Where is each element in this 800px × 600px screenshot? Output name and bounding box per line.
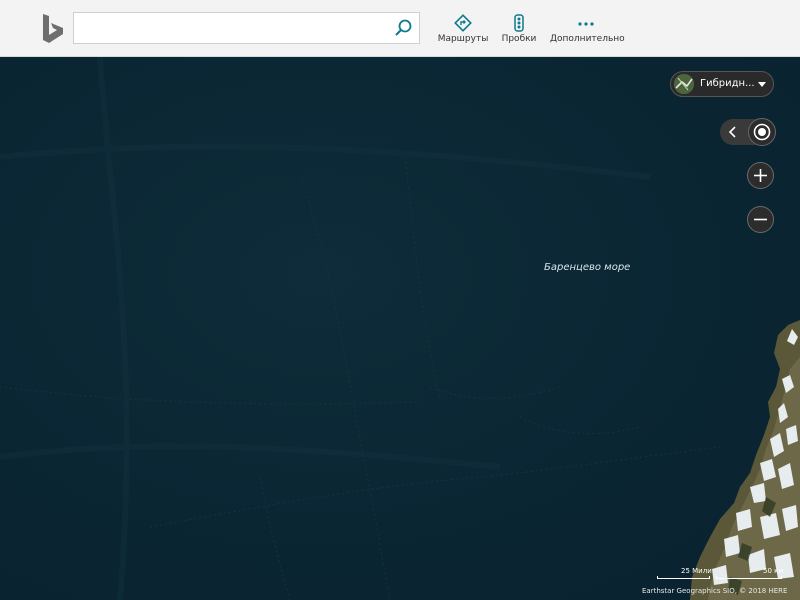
map-attribution: Earthstar Geographics SIO, © 2018 HERE xyxy=(642,587,788,595)
locate-control xyxy=(720,118,776,146)
sea-label: Баренцево море xyxy=(544,262,631,273)
map-canvas[interactable]: Баренцево море Гибридн... 25 Мили 50 км … xyxy=(0,57,800,600)
scale-bar-km xyxy=(716,576,782,579)
traffic-button[interactable]: Пробки xyxy=(498,14,540,48)
top-bar: Маршруты Пробки Дополнительно xyxy=(0,0,800,57)
more-button[interactable]: Дополнительно xyxy=(550,14,625,48)
locate-me-button[interactable] xyxy=(748,118,776,146)
zoom-out-button[interactable] xyxy=(747,206,774,233)
traffic-light-icon xyxy=(514,14,524,32)
scale-km-label: 50 км xyxy=(763,567,784,575)
zoom-in-button[interactable] xyxy=(747,162,774,189)
search-input[interactable] xyxy=(80,17,384,41)
more-dots-icon xyxy=(578,22,594,26)
hybrid-thumbnail xyxy=(674,74,694,94)
plus-icon xyxy=(754,169,767,182)
chevron-down-icon xyxy=(758,82,766,87)
search-box xyxy=(73,12,420,44)
traffic-label: Пробки xyxy=(501,34,537,44)
more-label: Дополнительно xyxy=(550,34,625,44)
search-icon[interactable] xyxy=(393,18,413,38)
map-type-dropdown[interactable]: Гибридн... xyxy=(670,71,774,97)
location-target-icon xyxy=(753,123,771,141)
map-type-label: Гибридн... xyxy=(700,78,755,89)
scale-bar-miles xyxy=(657,576,710,579)
map-boundary-lines xyxy=(0,57,721,600)
minus-icon xyxy=(754,218,767,221)
chevron-left-icon[interactable] xyxy=(724,123,742,141)
bing-logo-icon[interactable] xyxy=(40,13,66,45)
directions-icon xyxy=(454,14,472,32)
routes-label: Маршруты xyxy=(437,34,489,44)
scale-miles-label: 25 Мили xyxy=(681,567,712,575)
routes-button[interactable]: Маршруты xyxy=(436,14,490,48)
